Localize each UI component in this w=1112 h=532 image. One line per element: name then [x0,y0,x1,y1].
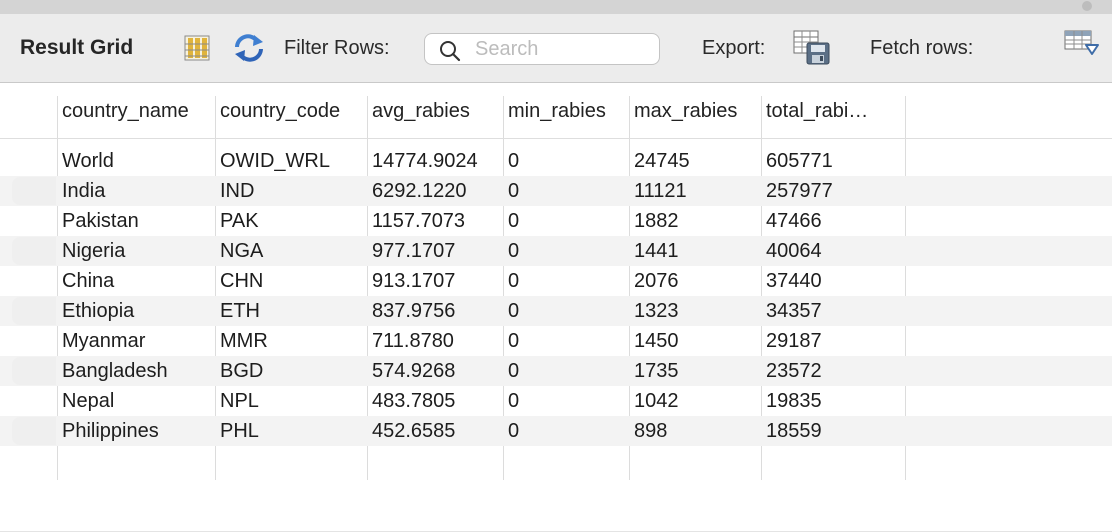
cell-min-rabies[interactable]: 0 [508,266,626,296]
filter-search-box[interactable] [424,33,660,65]
cell-max-rabies[interactable]: 24745 [634,146,758,176]
cell-country-code[interactable]: CHN [220,266,365,296]
cell-total-rabies[interactable]: 47466 [766,206,902,236]
cell-country-code[interactable]: IND [220,176,365,206]
cell-min-rabies[interactable]: 0 [508,386,626,416]
result-grid-title: Result Grid [20,36,134,59]
cell-min-rabies[interactable]: 0 [508,236,626,266]
search-input[interactable] [475,37,645,61]
column-header-total-rabies[interactable]: total_rabi… [766,96,902,138]
cell-country-code[interactable]: NGA [220,236,365,266]
result-grid-toolbar: Result Grid Filter Rows: Export: [0,14,1112,83]
cell-country-name[interactable]: Philippines [62,416,212,446]
row-selector[interactable] [12,237,56,265]
cell-total-rabies[interactable]: 37440 [766,266,902,296]
result-grid: country_name country_code avg_rabies min… [0,83,1112,532]
cell-avg-rabies[interactable]: 6292.1220 [372,176,500,206]
table-row[interactable]: World OWID_WRL 14774.9024 0 24745 605771 [0,146,1112,176]
cell-max-rabies[interactable]: 11121 [634,176,758,206]
cell-country-name[interactable]: Bangladesh [62,356,212,386]
cell-min-rabies[interactable]: 0 [508,146,626,176]
cell-country-name[interactable]: China [62,266,212,296]
cell-min-rabies[interactable]: 0 [508,356,626,386]
row-selector[interactable] [12,417,56,445]
column-header-max-rabies[interactable]: max_rabies [634,96,758,138]
table-row[interactable]: Ethiopia ETH 837.9756 0 1323 34357 [0,296,1112,326]
cell-total-rabies[interactable]: 605771 [766,146,902,176]
cell-country-name[interactable]: Myanmar [62,326,212,356]
cell-country-code[interactable]: BGD [220,356,365,386]
cell-country-name[interactable]: Ethiopia [62,296,212,326]
cell-country-code[interactable]: PAK [220,206,365,236]
table-row[interactable]: Myanmar MMR 711.8780 0 1450 29187 [0,326,1112,356]
cell-total-rabies[interactable]: 19835 [766,386,902,416]
window-top-strip [0,0,1112,14]
window-dot [1082,1,1092,11]
table-row[interactable]: Pakistan PAK 1157.7073 0 1882 47466 [0,206,1112,236]
cell-country-name[interactable]: India [62,176,212,206]
row-selector[interactable] [12,357,56,385]
row-selector[interactable] [12,177,56,205]
cell-total-rabies[interactable]: 18559 [766,416,902,446]
fetch-rows-icon[interactable] [1064,30,1100,60]
column-header-country-name[interactable]: country_name [62,96,212,138]
cell-avg-rabies[interactable]: 452.6585 [372,416,500,446]
cell-avg-rabies[interactable]: 977.1707 [372,236,500,266]
table-row[interactable]: Nigeria NGA 977.1707 0 1441 40064 [0,236,1112,266]
row-selector[interactable] [12,297,56,325]
cell-total-rabies[interactable]: 257977 [766,176,902,206]
column-header-country-code[interactable]: country_code [220,96,365,138]
cell-min-rabies[interactable]: 0 [508,206,626,236]
refresh-icon[interactable] [232,33,266,63]
cell-avg-rabies[interactable]: 483.7805 [372,386,500,416]
cell-max-rabies[interactable]: 1882 [634,206,758,236]
cell-min-rabies[interactable]: 0 [508,326,626,356]
cell-total-rabies[interactable]: 29187 [766,326,902,356]
grid-layout-icon[interactable] [184,35,210,61]
cell-country-name[interactable]: Pakistan [62,206,212,236]
cell-max-rabies[interactable]: 1735 [634,356,758,386]
table-row[interactable]: India IND 6292.1220 0 11121 257977 [0,176,1112,206]
cell-country-code[interactable]: PHL [220,416,365,446]
grid-header-row: country_name country_code avg_rabies min… [0,96,1112,138]
cell-avg-rabies[interactable]: 14774.9024 [372,146,500,176]
cell-max-rabies[interactable]: 1323 [634,296,758,326]
table-row[interactable]: China CHN 913.1707 0 2076 37440 [0,266,1112,296]
cell-avg-rabies[interactable]: 711.8780 [372,326,500,356]
cell-country-name[interactable]: Nigeria [62,236,212,266]
cell-avg-rabies[interactable]: 913.1707 [372,266,500,296]
search-icon [440,41,461,62]
export-save-icon[interactable] [793,30,831,66]
fetch-rows-label: Fetch rows: [870,37,974,59]
cell-total-rabies[interactable]: 23572 [766,356,902,386]
cell-avg-rabies[interactable]: 574.9268 [372,356,500,386]
cell-country-code[interactable]: OWID_WRL [220,146,365,176]
cell-max-rabies[interactable]: 1441 [634,236,758,266]
cell-country-code[interactable]: MMR [220,326,365,356]
cell-max-rabies[interactable]: 1042 [634,386,758,416]
export-label: Export: [702,37,766,59]
column-header-min-rabies[interactable]: min_rabies [508,96,626,138]
cell-country-name[interactable]: World [62,146,212,176]
cell-min-rabies[interactable]: 0 [508,176,626,206]
table-row[interactable]: Bangladesh BGD 574.9268 0 1735 23572 [0,356,1112,386]
cell-country-code[interactable]: NPL [220,386,365,416]
table-row[interactable]: Nepal NPL 483.7805 0 1042 19835 [0,386,1112,416]
cell-avg-rabies[interactable]: 837.9756 [372,296,500,326]
cell-max-rabies[interactable]: 1450 [634,326,758,356]
cell-max-rabies[interactable]: 2076 [634,266,758,296]
cell-country-code[interactable]: ETH [220,296,365,326]
cell-max-rabies[interactable]: 898 [634,416,758,446]
cell-min-rabies[interactable]: 0 [508,416,626,446]
cell-total-rabies[interactable]: 34357 [766,296,902,326]
filter-rows-label: Filter Rows: [284,37,390,59]
table-row[interactable]: Philippines PHL 452.6585 0 898 18559 [0,416,1112,446]
header-divider [0,138,1112,139]
column-header-avg-rabies[interactable]: avg_rabies [372,96,500,138]
cell-min-rabies[interactable]: 0 [508,296,626,326]
cell-avg-rabies[interactable]: 1157.7073 [372,206,500,236]
cell-country-name[interactable]: Nepal [62,386,212,416]
cell-total-rabies[interactable]: 40064 [766,236,902,266]
